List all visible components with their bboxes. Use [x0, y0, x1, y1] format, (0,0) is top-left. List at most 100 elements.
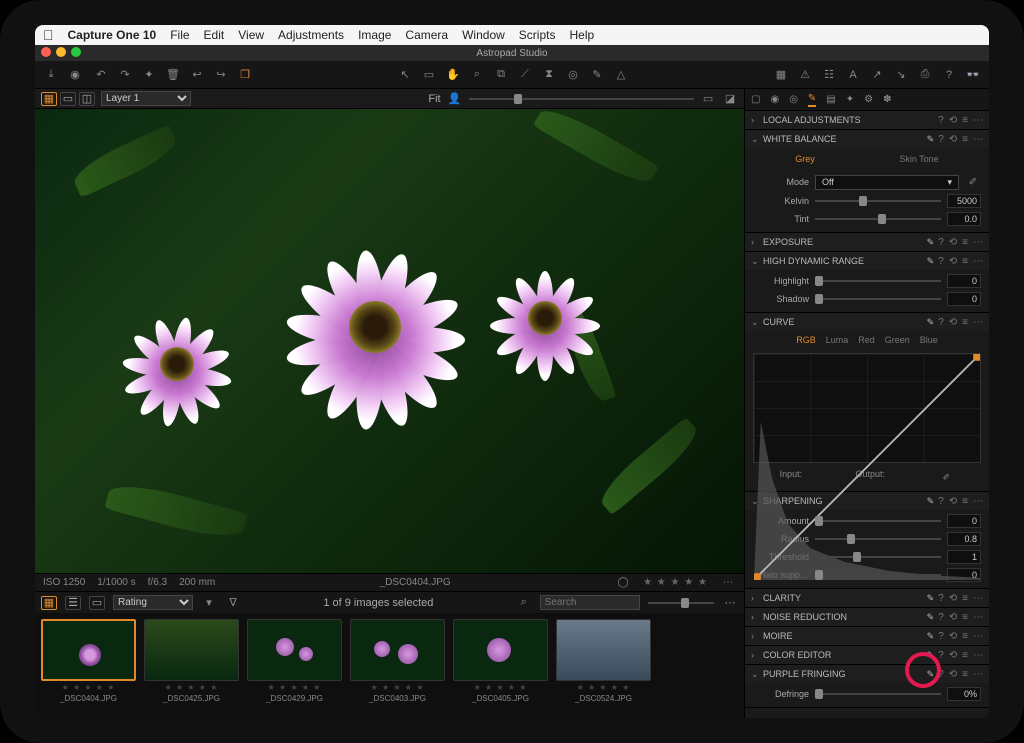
tab-exposure-icon[interactable]: ▤: [826, 94, 835, 105]
shadow-slider[interactable]: [815, 294, 941, 304]
highlight-slider[interactable]: [815, 276, 941, 286]
thumbnail[interactable]: ★ ★ ★ ★ ★ _DSC0425.JPG: [144, 619, 239, 712]
menu-scripts[interactable]: Scripts: [519, 28, 556, 42]
tint-value[interactable]: 0.0: [947, 212, 981, 226]
panel-header[interactable]: ⌄ WHITE BALANCE ✎ ?⟲≡⋯: [745, 130, 989, 148]
view-split-button[interactable]: ◫: [79, 92, 95, 106]
more-icon[interactable]: ⋯: [973, 115, 983, 126]
highlight-value[interactable]: 0: [947, 274, 981, 288]
hand-tool-icon[interactable]: ✋: [445, 67, 461, 83]
zoom-slider[interactable]: [469, 94, 694, 104]
panel-header[interactable]: ›MOIRE✎?⟲≡⋯: [745, 627, 989, 645]
warning-icon[interactable]: ⚠: [797, 67, 813, 83]
zoom-window-button[interactable]: [71, 47, 81, 57]
wb-tab-grey[interactable]: Grey: [795, 152, 815, 166]
annotations-icon[interactable]: A: [845, 67, 861, 83]
thumb-size-slider[interactable]: [648, 598, 714, 608]
kelvin-slider[interactable]: [815, 196, 941, 206]
layer-select[interactable]: Layer 1: [101, 91, 191, 106]
rotate-left-icon[interactable]: ↶: [93, 67, 109, 83]
menu-adjustments[interactable]: Adjustments: [278, 28, 344, 42]
apple-menu[interactable]: : [43, 27, 54, 43]
panel-header[interactable]: › EXPOSURE ✎ ?⟲≡⋯: [745, 233, 989, 251]
local-adjust-icon[interactable]: ✎: [927, 134, 935, 145]
search-input[interactable]: [540, 595, 640, 610]
zoom-actual-icon[interactable]: ▭: [700, 91, 716, 107]
tab-details-icon[interactable]: ✦: [846, 94, 854, 105]
radius-slider[interactable]: [815, 534, 941, 544]
menu-help[interactable]: Help: [569, 28, 594, 42]
menu-image[interactable]: Image: [358, 28, 391, 42]
view-grid-button[interactable]: ▦: [41, 92, 57, 106]
menu-camera[interactable]: Camera: [405, 28, 448, 42]
browser-filmstrip-icon[interactable]: ▭: [89, 596, 105, 610]
shadow-value[interactable]: 0: [947, 292, 981, 306]
more-icon[interactable]: ⋯: [720, 575, 736, 591]
minimize-window-button[interactable]: [56, 47, 66, 57]
tab-adjust-icon[interactable]: ⚙: [864, 94, 873, 105]
thumbnail[interactable]: ★ ★ ★ ★ ★ _DSC0403.JPG: [350, 619, 445, 712]
select-tool-icon[interactable]: ▭: [421, 67, 437, 83]
tab-library-icon[interactable]: ▢: [751, 94, 760, 105]
sort-select[interactable]: Rating: [113, 595, 193, 610]
curve-tab-rgb[interactable]: RGB: [796, 335, 816, 345]
eyedropper-icon[interactable]: ✐: [965, 174, 981, 190]
thumbnail[interactable]: ★ ★ ★ ★ ★ _DSC0524.JPG: [556, 619, 651, 712]
close-window-button[interactable]: [41, 47, 51, 57]
curve-tab-blue[interactable]: Blue: [920, 335, 938, 345]
curve-tab-red[interactable]: Red: [858, 335, 875, 345]
view-single-button[interactable]: ▭: [60, 92, 76, 106]
color-tag-icon[interactable]: ◯: [615, 575, 631, 591]
crop-tool-icon[interactable]: ⧉: [493, 67, 509, 83]
thumbnail[interactable]: ★ ★ ★ ★ ★ _DSC0404.JPG: [41, 619, 136, 712]
import-icon[interactable]: ⤓: [43, 67, 59, 83]
curve-editor[interactable]: [753, 353, 981, 463]
sort-dir-icon[interactable]: ▾: [201, 595, 217, 611]
mode-select[interactable]: Off▾: [815, 175, 959, 190]
cursor-tool-icon[interactable]: ↖: [397, 67, 413, 83]
straighten-tool-icon[interactable]: ⟋: [517, 67, 533, 83]
spot-tool-icon[interactable]: ◎: [565, 67, 581, 83]
filter-icon[interactable]: ∇: [225, 595, 241, 611]
browser-grid-icon[interactable]: ▦: [41, 596, 57, 610]
panel-header[interactable]: ⌄ HIGH DYNAMIC RANGE ✎ ?⟲≡⋯: [745, 252, 989, 270]
thumbnail[interactable]: ★ ★ ★ ★ ★ _DSC0405.JPG: [453, 619, 548, 712]
panel-header[interactable]: › LOCAL ADJUSTMENTS ?⟲≡⋯: [745, 111, 989, 129]
panel-header[interactable]: ⌄ CURVE ✎ ?⟲≡⋯: [745, 313, 989, 331]
preset-icon[interactable]: ≡: [962, 115, 968, 126]
menu-view[interactable]: View: [238, 28, 264, 42]
panel-header[interactable]: ›CLARITY✎?⟲≡⋯: [745, 589, 989, 607]
browser-list-icon[interactable]: ☰: [65, 596, 81, 610]
local-adjust-icon[interactable]: ✎: [927, 256, 935, 267]
auto-adjust-icon[interactable]: ✦: [141, 67, 157, 83]
app-menu[interactable]: Capture One 10: [68, 28, 157, 42]
histogram-toggle-icon[interactable]: ◪: [722, 91, 738, 107]
menu-window[interactable]: Window: [462, 28, 505, 42]
menu-edit[interactable]: Edit: [204, 28, 225, 42]
image-viewer[interactable]: [35, 109, 744, 573]
local-adjust-icon[interactable]: ✎: [927, 317, 935, 328]
menu-file[interactable]: File: [170, 28, 189, 42]
eraser-tool-icon[interactable]: △: [613, 67, 629, 83]
trash-icon[interactable]: 🗑: [165, 67, 181, 83]
rotate-right-icon[interactable]: ↷: [117, 67, 133, 83]
undo-icon[interactable]: ↩: [189, 67, 205, 83]
picker-down-icon[interactable]: ↘: [893, 67, 909, 83]
tint-slider[interactable]: [815, 214, 941, 224]
panel-header[interactable]: ›NOISE REDUCTION✎?⟲≡⋯: [745, 608, 989, 626]
keystone-tool-icon[interactable]: ⧗: [541, 67, 557, 83]
kelvin-value[interactable]: 5000: [947, 194, 981, 208]
curve-tab-green[interactable]: Green: [885, 335, 910, 345]
print-icon[interactable]: ⎙: [917, 67, 933, 83]
brush-tool-icon[interactable]: ✎: [589, 67, 605, 83]
adjustments-panel-icon[interactable]: ☷: [821, 67, 837, 83]
tab-lens-icon[interactable]: ◎: [789, 94, 798, 105]
curve-tab-luma[interactable]: Luma: [826, 335, 849, 345]
wb-tab-skin[interactable]: Skin Tone: [899, 152, 938, 166]
threshold-slider[interactable]: [815, 552, 941, 562]
panel-header[interactable]: ›COLOR EDITOR✎?⟲≡⋯: [745, 646, 989, 664]
grid-icon[interactable]: ▦: [773, 67, 789, 83]
help-icon[interactable]: ?: [938, 115, 944, 126]
amount-slider[interactable]: [815, 516, 941, 526]
person-icon[interactable]: 👤: [447, 91, 463, 107]
